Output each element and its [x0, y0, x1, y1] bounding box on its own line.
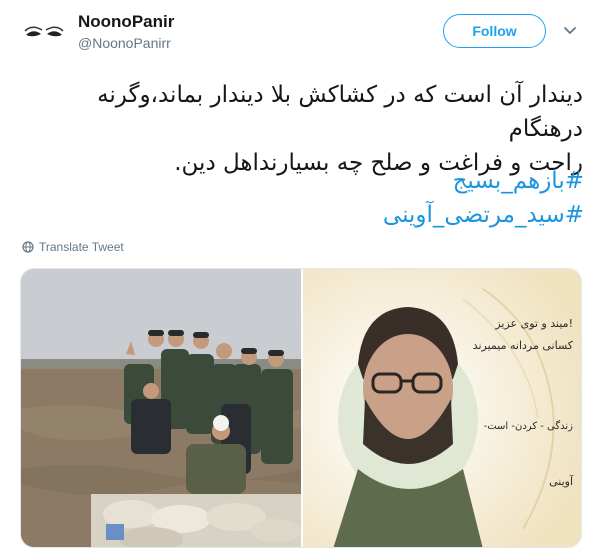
avatar-eyes-icon — [20, 10, 68, 58]
portrait-poster[interactable]: میند و توی عزیز! کسانی مردانه میمیرند -ز… — [303, 269, 581, 547]
translate-tweet[interactable]: Translate Tweet — [22, 240, 124, 254]
poster-line-2: کسانی مردانه میمیرند — [473, 339, 574, 352]
user-handle[interactable]: @NoonoPanirr — [78, 35, 171, 51]
globe-icon — [22, 241, 34, 253]
tweet-text: دیندار آن است که در کشاکش بلا دیندار بما… — [20, 78, 583, 180]
follow-button[interactable]: Follow — [443, 14, 546, 48]
display-name[interactable]: NoonoPanir — [78, 12, 174, 32]
hashtag-link-1[interactable]: #بازهم_بسیج — [453, 168, 584, 194]
translate-label: Translate Tweet — [39, 240, 124, 254]
hashtag-link-2[interactable]: #سید_مرتضی_آوینی — [383, 202, 584, 228]
group-photo[interactable] — [21, 269, 301, 547]
tweet-line-1: دیندار آن است که در کشاکش بلا دیندار بما… — [97, 82, 583, 142]
media-container[interactable]: میند و توی عزیز! کسانی مردانه میمیرند -ز… — [20, 268, 582, 548]
poster-line-1: میند و توی عزیز! — [494, 317, 573, 330]
poster-line-4: آوینی — [549, 474, 574, 488]
chevron-down-icon[interactable] — [562, 24, 578, 38]
poster-line-3: -زندگی - کردن- است — [484, 420, 574, 432]
avatar[interactable] — [20, 10, 68, 58]
